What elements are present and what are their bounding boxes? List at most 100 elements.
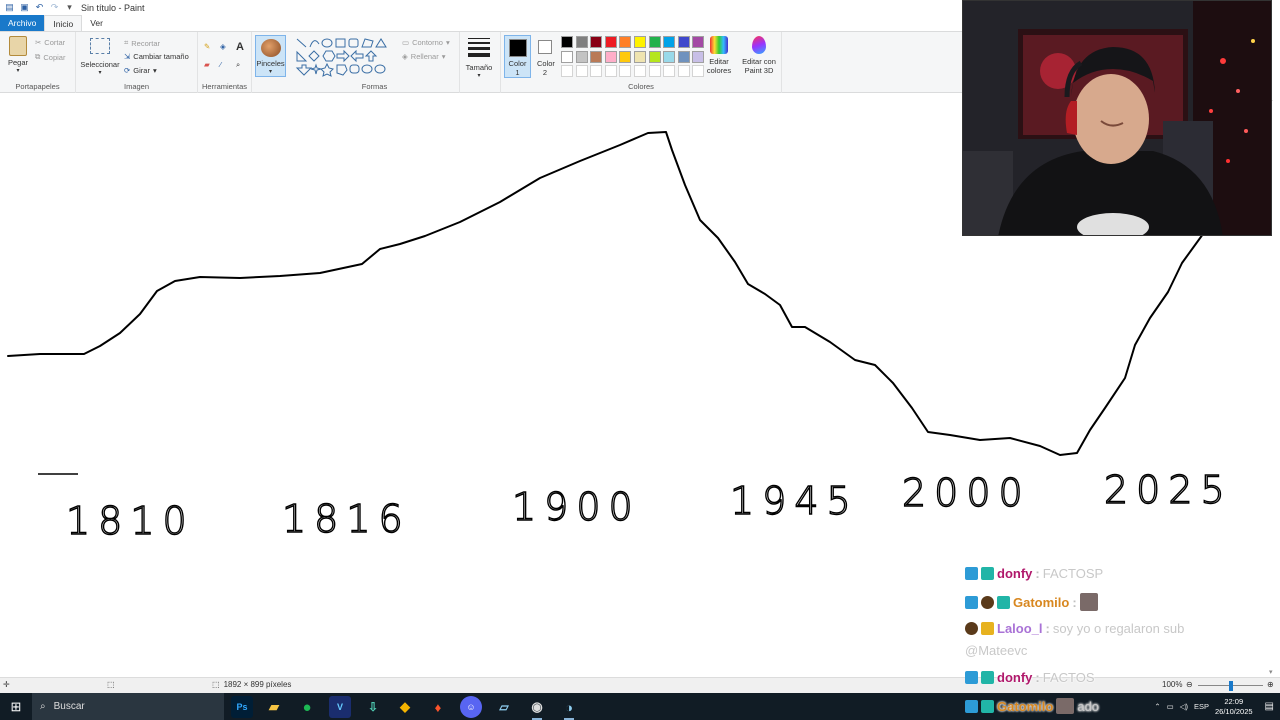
pencil-icon[interactable]: ✎: [204, 42, 210, 51]
color-swatch[interactable]: [663, 50, 676, 63]
color-swatch[interactable]: [634, 50, 646, 63]
outline-button[interactable]: ▭ Contorno ▾: [402, 38, 450, 47]
color-swatch[interactable]: [634, 36, 646, 48]
color-swatch[interactable]: [648, 36, 661, 48]
resize-button[interactable]: ⇲ Cambiar tamaño: [124, 52, 189, 61]
custom-color-slot[interactable]: [634, 65, 646, 78]
custom-color-slot[interactable]: [590, 65, 603, 78]
tab-archivo[interactable]: Archivo: [0, 15, 45, 31]
color1-button[interactable]: Color 1: [504, 35, 531, 78]
custom-color-slot[interactable]: [619, 65, 632, 78]
taskbar-search[interactable]: ⌕ Buscar: [32, 693, 224, 720]
vegas-icon[interactable]: V: [329, 696, 351, 718]
app-icon[interactable]: ◆: [394, 696, 416, 718]
rotate-button[interactable]: ⟳ Girar ▾: [124, 66, 157, 75]
color-swatch[interactable]: [590, 50, 603, 63]
edit-colors-button[interactable]: Editar colores: [703, 36, 735, 75]
color1-swatch: [508, 39, 527, 57]
clock-time: 22:09: [1224, 696, 1244, 706]
tab-ver[interactable]: Ver: [82, 15, 111, 31]
language-indicator[interactable]: ESP: [1194, 702, 1209, 711]
color-swatch[interactable]: [648, 50, 661, 63]
custom-color-slot[interactable]: [561, 65, 573, 78]
badge-icon: [965, 622, 978, 635]
customize-chevron-icon[interactable]: ▾: [64, 2, 75, 13]
color-swatch[interactable]: [677, 36, 690, 48]
color-swatch[interactable]: [561, 50, 573, 63]
custom-color-slot[interactable]: [648, 65, 661, 78]
chat-separator: :: [1035, 670, 1040, 685]
text-tool-icon[interactable]: A: [236, 41, 244, 53]
color2-swatch: [538, 40, 552, 54]
copy-button[interactable]: ⧉ Copiar: [35, 52, 65, 62]
chat-message: Laloo_l : soy yo o regalaron sub: [965, 621, 1184, 636]
color2-button[interactable]: Color 2: [534, 35, 556, 77]
spotify-icon[interactable]: ●: [296, 696, 318, 718]
clock-date: 26/10/2025: [1215, 706, 1253, 716]
canvas-size-icon: ⬚: [212, 680, 220, 689]
color-swatch[interactable]: [677, 50, 690, 63]
shapes-gallery[interactable]: [294, 36, 396, 80]
paint3d-button[interactable]: Editar con Paint 3D: [739, 36, 779, 75]
tray-overflow-icon[interactable]: ⌃: [1154, 702, 1160, 711]
magnifier-icon[interactable]: ⌕: [236, 60, 240, 70]
discord-icon[interactable]: ☺: [460, 696, 482, 718]
color-swatch[interactable]: [604, 36, 617, 48]
group-portapapeles: Pegar ▾ ✂ Cortar ⧉ Copiar Portapapeles: [0, 32, 76, 93]
zoom-out-icon[interactable]: ⊖: [1186, 680, 1193, 689]
fill-icon: ◈: [402, 52, 408, 61]
color-swatch[interactable]: [575, 36, 588, 48]
paste-button[interactable]: Pegar ▾: [5, 36, 31, 76]
custom-color-slot[interactable]: [663, 65, 676, 78]
scroll-down-icon[interactable]: ▾: [1269, 668, 1273, 676]
downloads-icon[interactable]: ⇩: [362, 696, 384, 718]
notepad-icon[interactable]: ▱: [493, 696, 515, 718]
photoshop-icon[interactable]: Ps: [231, 696, 253, 718]
crown-badge-icon: [981, 622, 994, 635]
fill-button[interactable]: ◈ Rellenar ▾: [402, 52, 445, 61]
chat-username: Gatomilo: [1013, 594, 1070, 610]
paint-icon[interactable]: ◑: [558, 696, 580, 720]
network-icon[interactable]: ▭: [1167, 702, 1174, 711]
fill-label: Rellenar: [410, 52, 439, 61]
custom-color-slot[interactable]: [677, 65, 690, 78]
color-swatch[interactable]: [604, 50, 617, 63]
save-icon[interactable]: ▣: [19, 2, 30, 13]
notifications-icon[interactable]: ▤: [1265, 701, 1274, 712]
badge-icon: [981, 567, 994, 580]
windows-start-icon[interactable]: ⊞: [0, 693, 32, 720]
crop-button[interactable]: ⌗ Recortar: [124, 38, 160, 48]
clock[interactable]: 22:09 26/10/2025: [1215, 697, 1253, 717]
cut-button[interactable]: ✂ Cortar: [35, 38, 65, 47]
file-explorer-icon[interactable]: ▰: [263, 696, 285, 718]
redo-icon[interactable]: ↷: [49, 2, 60, 13]
custom-color-slot[interactable]: [604, 65, 617, 78]
eraser-icon[interactable]: ▰: [204, 60, 210, 69]
line-width-icon: [468, 38, 490, 57]
undo-icon[interactable]: ↶: [34, 2, 45, 13]
outline-label: Contorno: [412, 38, 443, 47]
tab-inicio[interactable]: Inicio: [44, 15, 83, 31]
brave-icon[interactable]: ♦: [427, 696, 449, 718]
custom-color-slot[interactable]: [575, 65, 588, 78]
copy-icon: ⧉: [35, 52, 41, 61]
color-picker-icon[interactable]: ⁄: [220, 60, 221, 69]
crop-icon: ⌗: [124, 38, 129, 47]
obs-icon[interactable]: ◉: [526, 696, 548, 720]
volume-icon[interactable]: ◁): [1180, 702, 1188, 711]
color-swatch[interactable]: [561, 36, 573, 48]
zoom-slider-thumb[interactable]: [1229, 681, 1234, 691]
color-swatch[interactable]: [663, 36, 676, 48]
chat-text: FACTOSP: [1042, 566, 1104, 581]
select-button[interactable]: Seleccionar ▾: [80, 38, 120, 78]
fill-bucket-icon[interactable]: ◈: [220, 42, 226, 51]
color-swatch[interactable]: [619, 50, 632, 63]
color-swatch[interactable]: [590, 36, 603, 48]
year-label-1900: 1900: [512, 485, 641, 529]
size-button[interactable]: Tamaño ▾: [462, 36, 496, 81]
zoom-in-icon[interactable]: ⊕: [1267, 680, 1274, 689]
brushes-button[interactable]: Pinceles ▾: [255, 35, 286, 77]
group-label-imagen: Imagen: [123, 82, 150, 91]
color-swatch[interactable]: [575, 50, 588, 63]
color-swatch[interactable]: [619, 36, 632, 48]
